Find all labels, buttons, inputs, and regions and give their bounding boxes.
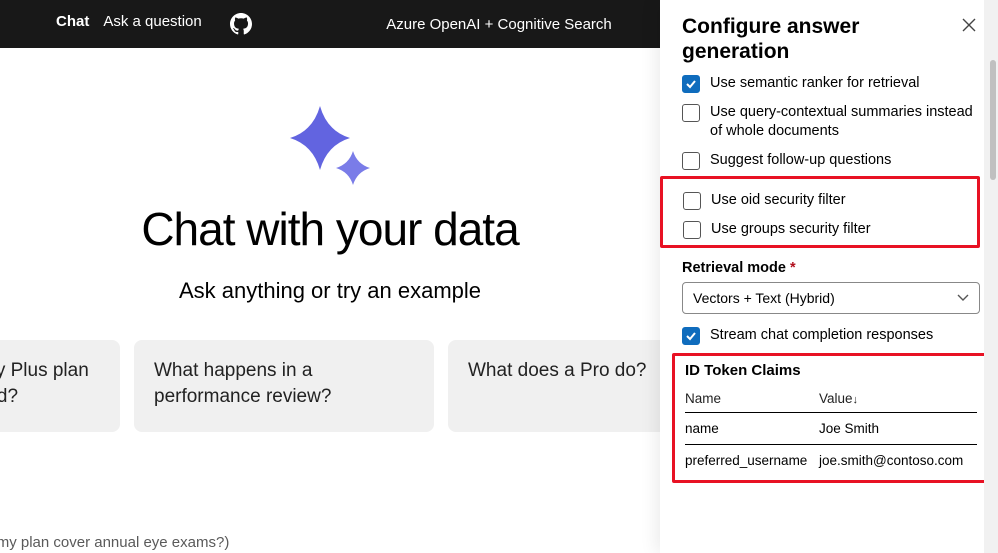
- checkbox-label: Use query-contextual summaries instead o…: [710, 103, 980, 141]
- table-row: preferred_username joe.smith@contoso.com: [685, 445, 977, 477]
- col-header-name[interactable]: Name: [685, 385, 819, 413]
- config-panel: Configure answer generation Use semantic…: [660, 0, 998, 553]
- token-claims-highlight: ID Token Claims Name Value↓ name Joe Smi…: [672, 353, 990, 483]
- scrollbar-track[interactable]: [984, 0, 998, 553]
- sort-arrow-icon: ↓: [853, 394, 859, 406]
- claim-value: joe.smith@contoso.com: [819, 445, 977, 477]
- sparkle-icon: [0, 96, 660, 196]
- page-heading: Chat with your data: [0, 202, 660, 256]
- checkbox-contextual-summaries[interactable]: Use query-contextual summaries instead o…: [682, 103, 980, 141]
- claim-name: name: [685, 413, 819, 445]
- nav-tabs: Chat Ask a question: [56, 13, 252, 35]
- example-row: my Plus plan ard? What happens in a perf…: [0, 340, 660, 432]
- checkbox-label: Use oid security filter: [711, 191, 846, 210]
- claims-title: ID Token Claims: [685, 362, 977, 379]
- page-subheading: Ask anything or try an example: [0, 278, 660, 304]
- checkbox-label: Suggest follow-up questions: [710, 151, 891, 170]
- checkbox-label: Use groups security filter: [711, 220, 871, 239]
- chat-input-placeholder[interactable]: does my plan cover annual eye exams?): [0, 534, 229, 551]
- checkbox-icon[interactable]: [683, 221, 701, 239]
- col-header-value[interactable]: Value↓: [819, 385, 977, 413]
- brand-title: Azure OpenAI + Cognitive Search: [386, 16, 612, 33]
- table-header-row: Name Value↓: [685, 385, 977, 413]
- checkbox-icon[interactable]: [682, 75, 700, 93]
- table-row: name Joe Smith: [685, 413, 977, 445]
- main-content: Chat with your data Ask anything or try …: [0, 48, 660, 553]
- checkbox-label: Stream chat completion responses: [710, 326, 933, 345]
- example-card[interactable]: my Plus plan ard?: [0, 340, 120, 432]
- checkbox-icon[interactable]: [682, 152, 700, 170]
- checkbox-oid-filter[interactable]: Use oid security filter: [683, 191, 967, 210]
- security-filter-highlight: Use oid security filter Use groups secur…: [660, 176, 980, 248]
- checkbox-icon[interactable]: [682, 327, 700, 345]
- checkbox-semantic-ranker[interactable]: Use semantic ranker for retrieval: [682, 74, 980, 93]
- checkbox-icon[interactable]: [683, 192, 701, 210]
- scrollbar-thumb[interactable]: [990, 60, 996, 180]
- tab-chat[interactable]: Chat: [56, 13, 89, 35]
- close-icon[interactable]: [958, 14, 980, 39]
- checkbox-stream[interactable]: Stream chat completion responses: [682, 326, 980, 345]
- checkbox-followup[interactable]: Suggest follow-up questions: [682, 151, 980, 170]
- claim-value: Joe Smith: [819, 413, 977, 445]
- claims-table: Name Value↓ name Joe Smith preferred_use…: [685, 385, 977, 476]
- github-icon[interactable]: [230, 13, 252, 35]
- retrieval-mode-select[interactable]: Vectors + Text (Hybrid): [682, 282, 980, 314]
- example-card[interactable]: What happens in a performance review?: [134, 340, 434, 432]
- checkbox-label: Use semantic ranker for retrieval: [710, 74, 920, 93]
- chevron-down-icon: [957, 291, 969, 305]
- select-value: Vectors + Text (Hybrid): [693, 290, 835, 306]
- checkbox-groups-filter[interactable]: Use groups security filter: [683, 220, 967, 239]
- retrieval-mode-label: Retrieval mode *: [682, 260, 980, 276]
- panel-title: Configure answer generation: [682, 14, 958, 64]
- checkbox-icon[interactable]: [682, 104, 700, 122]
- tab-ask[interactable]: Ask a question: [103, 13, 201, 35]
- claim-name: preferred_username: [685, 445, 819, 477]
- example-card[interactable]: What does a Pro do?: [448, 340, 660, 432]
- required-asterisk: *: [790, 260, 796, 276]
